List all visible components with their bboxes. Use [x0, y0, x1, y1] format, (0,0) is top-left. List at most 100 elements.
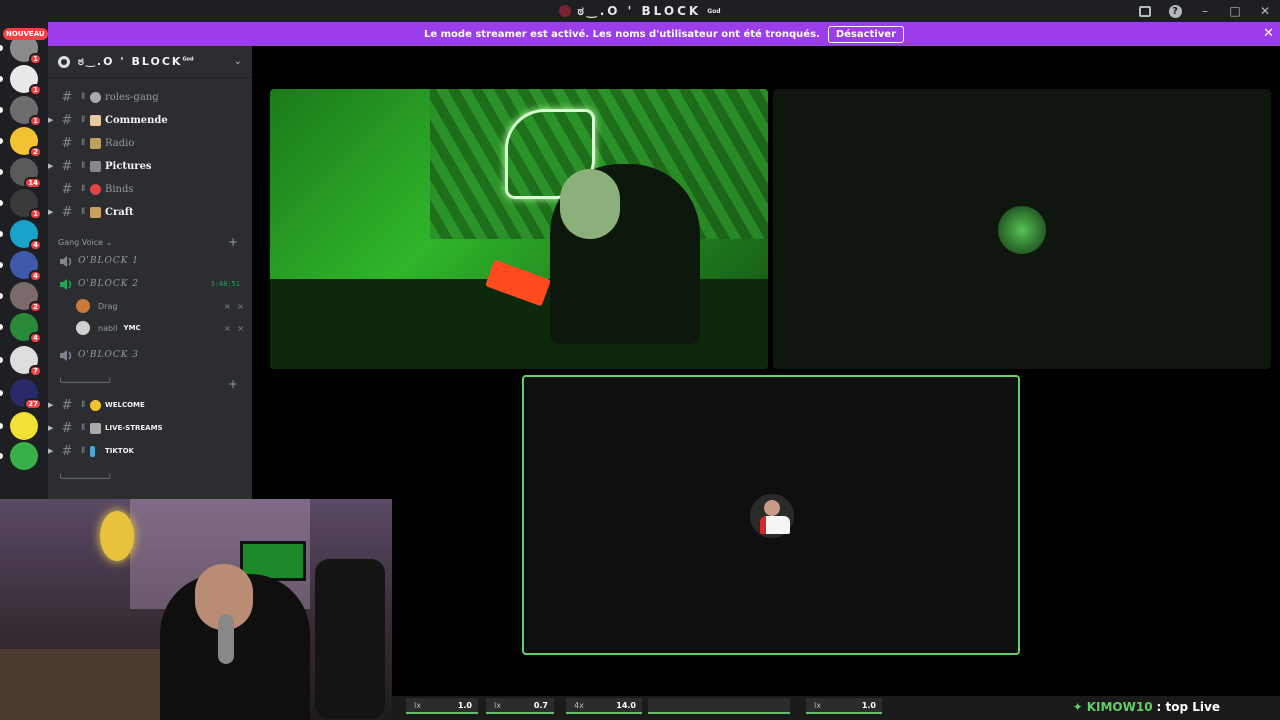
hashtag-icon: # [61, 443, 73, 459]
speaker-icon [60, 278, 72, 290]
channel-welcome[interactable]: ▶ # II WELCOME [48, 395, 252, 415]
channel-tiktok[interactable]: ▶ # II TIKTOK [48, 441, 252, 461]
voice-channel-oblock-2[interactable]: O'BLOCK 2 3:48:51 [48, 274, 252, 294]
call-duration: 3:48:51 [210, 280, 240, 288]
unread-pill [0, 45, 3, 51]
unread-pill [0, 200, 3, 206]
mention-badge: 7 [29, 365, 42, 377]
sparkle-icon: ✦ [1072, 700, 1083, 714]
server-icon[interactable]: 1 [10, 65, 42, 96]
channel-commende[interactable]: ▶ # II Commende [48, 110, 252, 130]
server-icon[interactable]: 2 [10, 127, 42, 158]
inbox-icon[interactable] [1130, 0, 1160, 22]
mention-badge: 14 [24, 177, 42, 189]
minimize-button[interactable]: – [1190, 0, 1220, 22]
avatar [750, 494, 794, 538]
hashtag-icon: # [61, 112, 73, 128]
speaker-icon [60, 255, 72, 267]
hashtag-icon: # [61, 158, 73, 174]
avatar [998, 206, 1046, 254]
channel-binds[interactable]: # II Binds [48, 179, 252, 199]
chat-text: : top Live [1156, 700, 1220, 714]
unread-pill [0, 453, 3, 459]
chevron-down-icon[interactable]: ⌄ [234, 56, 242, 67]
disable-streamer-mode-button[interactable]: Désactiver [827, 25, 904, 43]
close-window-button[interactable]: ✕ [1250, 0, 1280, 22]
channel-craft[interactable]: ▶ # II Craft [48, 202, 252, 222]
maximize-button[interactable]: □ [1220, 0, 1250, 22]
multiplier-slider: 4x 14.0 [566, 698, 642, 714]
close-icon[interactable]: ✕ [1263, 26, 1274, 41]
mention-badge: 27 [24, 398, 42, 410]
server-icon[interactable] [10, 412, 38, 440]
server-icon[interactable] [10, 442, 38, 470]
mention-badge: 1 [29, 84, 42, 96]
camera-emoji-icon [90, 160, 101, 172]
channel-radio[interactable]: # II Radio [48, 133, 252, 153]
server-icon[interactable]: 14 [10, 158, 42, 189]
add-channel-icon[interactable]: + [228, 377, 238, 391]
unread-indicator-icon: ▶ [48, 162, 54, 170]
unread-pill [0, 390, 3, 396]
streamer-webcam [0, 499, 392, 720]
pin-emoji-icon [90, 183, 101, 195]
unread-indicator-icon: ▶ [48, 401, 54, 409]
server-icon[interactable]: 4 [10, 251, 42, 282]
unread-indicator-icon: ▶ [48, 424, 54, 432]
chevron-down-icon: ⌄ [105, 237, 113, 247]
unread-indicator-icon: ▶ [48, 116, 54, 124]
server-icon[interactable]: 2 [10, 282, 42, 313]
wave-emoji-icon [90, 399, 101, 411]
unread-pill [0, 357, 3, 363]
voice-member-nabil[interactable]: nabil YMC ⨯ ⨯ [76, 318, 246, 338]
server-icon[interactable]: 7 [10, 346, 42, 377]
radio-emoji-icon [90, 137, 101, 149]
new-badge: NOUVEAU [3, 28, 48, 40]
avatar [76, 321, 90, 335]
server-icon[interactable]: 4 [10, 220, 42, 251]
mention-badge: 1 [29, 208, 42, 220]
hashtag-icon: # [61, 204, 73, 220]
unread-pill [0, 169, 3, 175]
unread-pill [0, 423, 3, 429]
hashtag-icon: # [61, 89, 73, 105]
hashtag-icon: # [61, 420, 73, 436]
server-header[interactable]: ಠ‿.O ' BLOCKGod ⌄ [48, 46, 252, 78]
mention-badge: 1 [29, 115, 42, 127]
unread-pill [0, 76, 3, 82]
voice-category-header[interactable]: Gang Voice ⌄ + [58, 234, 242, 250]
chat-username: KIMOW10 [1086, 700, 1153, 714]
mention-badge: 4 [29, 332, 42, 344]
unread-pill [0, 324, 3, 330]
clapper-emoji-icon [90, 422, 101, 434]
unread-pill [0, 231, 3, 237]
server-logo-icon [559, 5, 572, 17]
window-title: ಠ‿.O ' BLOCK God [559, 4, 721, 19]
video-tile-speaking[interactable] [522, 375, 1020, 655]
help-icon[interactable]: ? [1160, 0, 1190, 22]
voice-channel-oblock-3[interactable]: O'BLOCK 3 [48, 345, 252, 365]
add-channel-icon[interactable]: + [228, 235, 238, 249]
voice-channel-oblock-1[interactable]: O'BLOCK 1 [48, 251, 252, 271]
server-icon[interactable]: 4 [10, 313, 42, 344]
channel-roles-gang[interactable]: # II roles-gang [48, 87, 252, 107]
channel-sidebar: ಠ‿.O ' BLOCKGod ⌄ # II roles-gang ▶ # II… [48, 46, 252, 500]
server-icon[interactable]: 1 [10, 96, 42, 127]
channel-pictures[interactable]: ▶ # II Pictures [48, 156, 252, 176]
channel-live-streams[interactable]: ▶ # II LIVE-STREAMS [48, 418, 252, 438]
unread-indicator-icon: ▶ [48, 447, 54, 455]
server-icon[interactable]: 1 [10, 189, 42, 220]
video-tile-camera[interactable] [270, 89, 768, 369]
video-tile-participant[interactable] [773, 89, 1271, 369]
mention-badge: 4 [29, 239, 42, 251]
unread-pill [0, 262, 3, 268]
voice-member-drag[interactable]: Drag ⨯ ⨯ [76, 296, 246, 316]
speaker-icon [60, 349, 72, 361]
mention-badge: 1 [29, 53, 42, 65]
unread-pill [0, 138, 3, 144]
server-icon[interactable]: 27 [10, 379, 42, 410]
hashtag-icon: # [61, 181, 73, 197]
window-titlebar: ಠ‿.O ' BLOCK God ? – □ ✕ [0, 0, 1280, 22]
microphone [218, 614, 234, 664]
unread-pill [0, 293, 3, 299]
